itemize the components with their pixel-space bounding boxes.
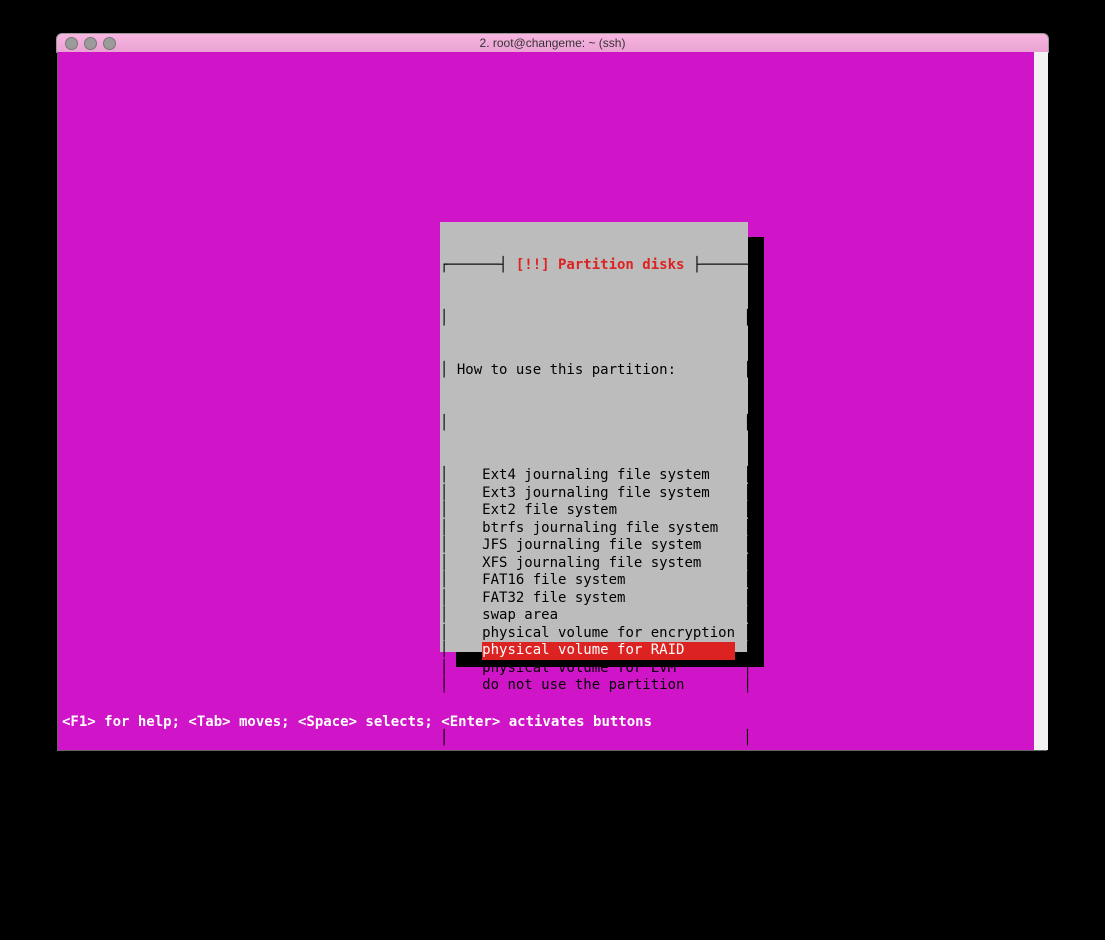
close-icon[interactable] [65, 37, 78, 50]
partition-option[interactable]: FAT32 file system [482, 590, 735, 608]
dialog-prompt: How to use this partition: [457, 362, 676, 378]
partition-option[interactable]: btrfs journaling file system [482, 520, 735, 538]
minimize-icon[interactable] [84, 37, 97, 50]
partition-option[interactable]: Ext3 journaling file system [482, 485, 735, 503]
partition-option[interactable]: JFS journaling file system [482, 537, 735, 555]
partition-option[interactable]: physical volume for RAID [482, 642, 735, 660]
partition-option[interactable]: FAT16 file system [482, 572, 735, 590]
terminal-area[interactable]: ┌──────┤ [!!] Partition disks ├──────┐ │… [57, 52, 1047, 751]
partition-option[interactable]: Ext4 journaling file system [482, 467, 735, 485]
zoom-icon[interactable] [103, 37, 116, 50]
partition-option[interactable]: XFS journaling file system [482, 555, 735, 573]
partition-option[interactable]: physical volume for LVM [482, 660, 735, 678]
scrollbar[interactable] [1034, 52, 1048, 750]
traffic-lights [65, 37, 116, 50]
partition-option[interactable]: swap area [482, 607, 735, 625]
partition-option[interactable]: Ext2 file system [482, 502, 735, 520]
partition-option[interactable]: physical volume for encryption [482, 625, 735, 643]
partition-option[interactable]: do not use the partition [482, 677, 735, 695]
help-bar: <F1> for help; <Tab> moves; <Space> sele… [58, 714, 652, 730]
window-titlebar: 2. root@changeme: ~ (ssh) [56, 33, 1049, 53]
go-back-button[interactable]: <Go Back> [491, 782, 567, 800]
window-title: 2. root@changeme: ~ (ssh) [57, 36, 1048, 50]
dialog-title: [!!] Partition disks [516, 257, 685, 273]
partition-dialog: ┌──────┤ [!!] Partition disks ├──────┐ │… [440, 222, 748, 652]
